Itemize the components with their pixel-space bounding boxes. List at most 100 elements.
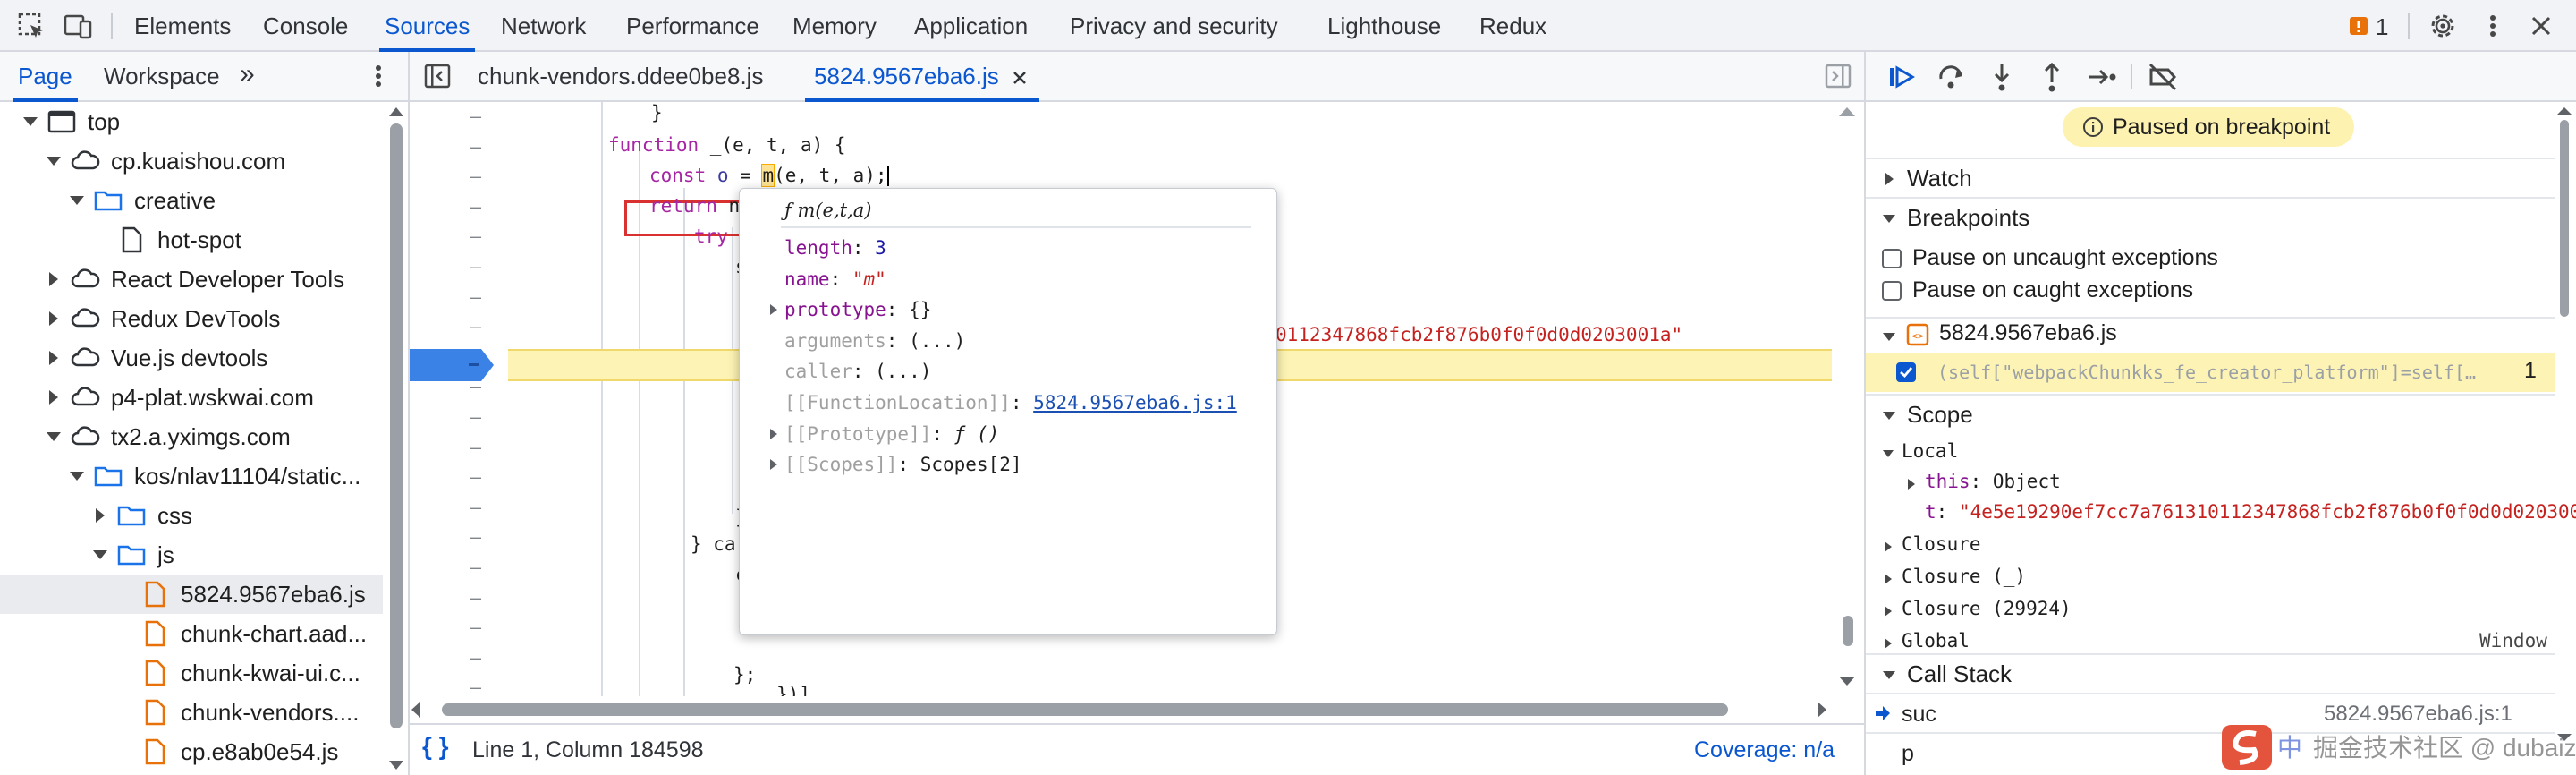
breakpoint-marker[interactable] [410, 349, 494, 381]
tab-workspace[interactable]: Workspace [104, 52, 220, 100]
tab-elements[interactable]: Elements [134, 0, 231, 52]
gutter-line-marker[interactable]: – [470, 647, 481, 669]
object-preview-popover[interactable]: ƒ m(e,t,a) length: 3 name: "m" prototype: … [739, 188, 1277, 635]
gutter-line-marker[interactable]: – [470, 437, 481, 458]
chevron-down-icon[interactable] [91, 546, 109, 564]
chevron-right-icon[interactable] [1882, 573, 1894, 585]
gutter-line-marker[interactable]: – [470, 617, 481, 638]
chevron-right-icon[interactable] [45, 270, 63, 288]
chevron-right-icon[interactable] [768, 458, 779, 471]
chevron-right-icon[interactable] [1882, 637, 1894, 650]
editor-tab-chunk-vendors[interactable]: chunk-vendors.ddee0be8.js [478, 52, 763, 100]
tree-item[interactable]: css [0, 496, 383, 535]
navigator-scrollbar[interactable] [385, 104, 408, 773]
close-tab-icon[interactable] [1011, 69, 1029, 87]
settings-gear-icon[interactable] [2428, 11, 2458, 41]
tree-item[interactable]: tx2.a.yximgs.com [0, 417, 383, 456]
tree-item[interactable]: creative [0, 181, 383, 220]
tab-lighthouse[interactable]: Lighthouse [1327, 0, 1441, 52]
scope-section-header[interactable]: Scope [1866, 394, 2555, 435]
more-options-icon[interactable] [2478, 11, 2508, 41]
scope-global[interactable]: Global [1902, 630, 1970, 652]
pretty-print-icon[interactable]: { } [422, 732, 449, 761]
popover-property[interactable]: prototype: {} [770, 299, 931, 320]
toggle-navigator-icon[interactable] [422, 61, 453, 91]
chevron-right-icon[interactable] [45, 349, 63, 367]
tab-performance[interactable]: Performance [626, 0, 759, 52]
chevron-down-icon[interactable] [21, 113, 39, 131]
chevron-right-icon[interactable] [768, 428, 779, 440]
device-toolbar-icon[interactable] [63, 11, 93, 41]
hovered-token-m[interactable]: m [761, 164, 775, 187]
tree-item[interactable]: cp.e8ab0e54.js [0, 732, 383, 771]
tab-network[interactable]: Network [501, 0, 586, 52]
gutter-line-marker[interactable]: – [470, 466, 481, 488]
scope-closure[interactable]: Closure (_) [1902, 566, 2026, 587]
chevron-down-icon[interactable] [1882, 447, 1894, 460]
pause-uncaught-checkbox[interactable] [1882, 249, 1902, 268]
popover-property[interactable]: [[Scopes]]: Scopes[2] [770, 454, 1022, 475]
tree-item[interactable]: hot-spot [0, 220, 383, 260]
gutter-line-marker[interactable]: – [470, 106, 481, 127]
tree-item[interactable]: js [0, 535, 383, 575]
chevron-down-icon[interactable] [45, 152, 63, 170]
close-devtools-icon[interactable] [2526, 11, 2556, 41]
watch-section-header[interactable]: Watch [1866, 158, 2555, 199]
gutter-line-marker[interactable]: – [470, 256, 481, 277]
editor-tab-5824[interactable]: 5824.9567eba6.js [805, 52, 1039, 102]
step-out-icon[interactable] [2036, 61, 2068, 93]
gutter-line-marker[interactable]: – [470, 497, 481, 518]
tree-item[interactable]: React Developer Tools [0, 260, 383, 299]
toggle-debugger-icon[interactable] [1823, 61, 1853, 91]
chevron-right-icon[interactable] [1882, 605, 1894, 617]
gutter-line-marker[interactable]: – [470, 136, 481, 158]
gutter-line-marker[interactable]: – [470, 677, 481, 696]
gutter-line-marker[interactable]: – [470, 196, 481, 217]
step-icon[interactable] [2086, 61, 2118, 93]
gutter-line-marker[interactable]: – [470, 316, 481, 337]
callstack-section-header[interactable]: Call Stack [1866, 653, 2555, 694]
tree-item[interactable]: chunk-kwai-ui.c... [0, 653, 383, 693]
property-value[interactable]: 5824.9567eba6.js:1 [1033, 392, 1237, 413]
scope-closure[interactable]: Closure [1902, 533, 1981, 555]
gutter-line-marker[interactable]: – [470, 587, 481, 609]
chevron-right-icon[interactable] [45, 310, 63, 328]
editor-vertical-scrollbar[interactable] [1835, 104, 1859, 694]
tree-item[interactable]: cp.kuaishou.com [0, 141, 383, 181]
scope-closure[interactable]: Closure (29924) [1902, 598, 2072, 619]
chevron-right-icon[interactable] [91, 507, 109, 524]
inspect-element-icon[interactable] [16, 11, 47, 41]
step-into-icon[interactable] [1986, 61, 2018, 93]
tree-item[interactable]: p4-plat.wskwai.com [0, 378, 383, 417]
chevron-down-icon[interactable] [68, 467, 86, 485]
tree-item[interactable]: Redux DevTools [0, 299, 383, 338]
navigator-menu-icon[interactable] [365, 61, 392, 91]
tree-item[interactable]: top [0, 102, 383, 141]
resume-icon[interactable] [1885, 61, 1918, 93]
popover-property[interactable]: [[Prototype]]: ƒ () [770, 423, 999, 445]
tab-memory[interactable]: Memory [792, 0, 877, 52]
step-over-icon[interactable] [1936, 61, 1968, 93]
tree-item[interactable]: kos/nlav11104/static... [0, 456, 383, 496]
gutter-line-marker[interactable]: – [470, 557, 481, 578]
gutter-line-marker[interactable]: – [470, 226, 481, 247]
chevron-down-icon[interactable] [45, 428, 63, 446]
tab-console[interactable]: Console [263, 0, 348, 52]
tab-sources[interactable]: Sources [378, 0, 476, 52]
sidebar-scrollbar[interactable] [2555, 104, 2574, 748]
chevron-down-icon[interactable] [68, 192, 86, 209]
breakpoint-enabled-checkbox[interactable] [1896, 362, 1916, 382]
gutter-line-marker[interactable]: – [470, 286, 481, 308]
chevron-down-icon[interactable] [1882, 329, 1896, 344]
editor-horizontal-scrollbar[interactable] [410, 696, 1834, 723]
gutter-line-marker[interactable]: – [470, 166, 481, 187]
chevron-right-icon[interactable] [1905, 478, 1918, 490]
tree-item[interactable]: 5824.9567eba6.js [0, 575, 383, 614]
gutter-line-marker[interactable]: – [470, 406, 481, 428]
tree-item[interactable]: chunk-vendors.... [0, 693, 383, 732]
tab-application[interactable]: Application [914, 0, 1028, 52]
tab-page[interactable]: Page [13, 52, 78, 102]
tab-redux[interactable]: Redux [1479, 0, 1546, 52]
tree-item[interactable]: Vue.js devtools [0, 338, 383, 378]
coverage-link[interactable]: Coverage: n/a [1694, 737, 1835, 763]
